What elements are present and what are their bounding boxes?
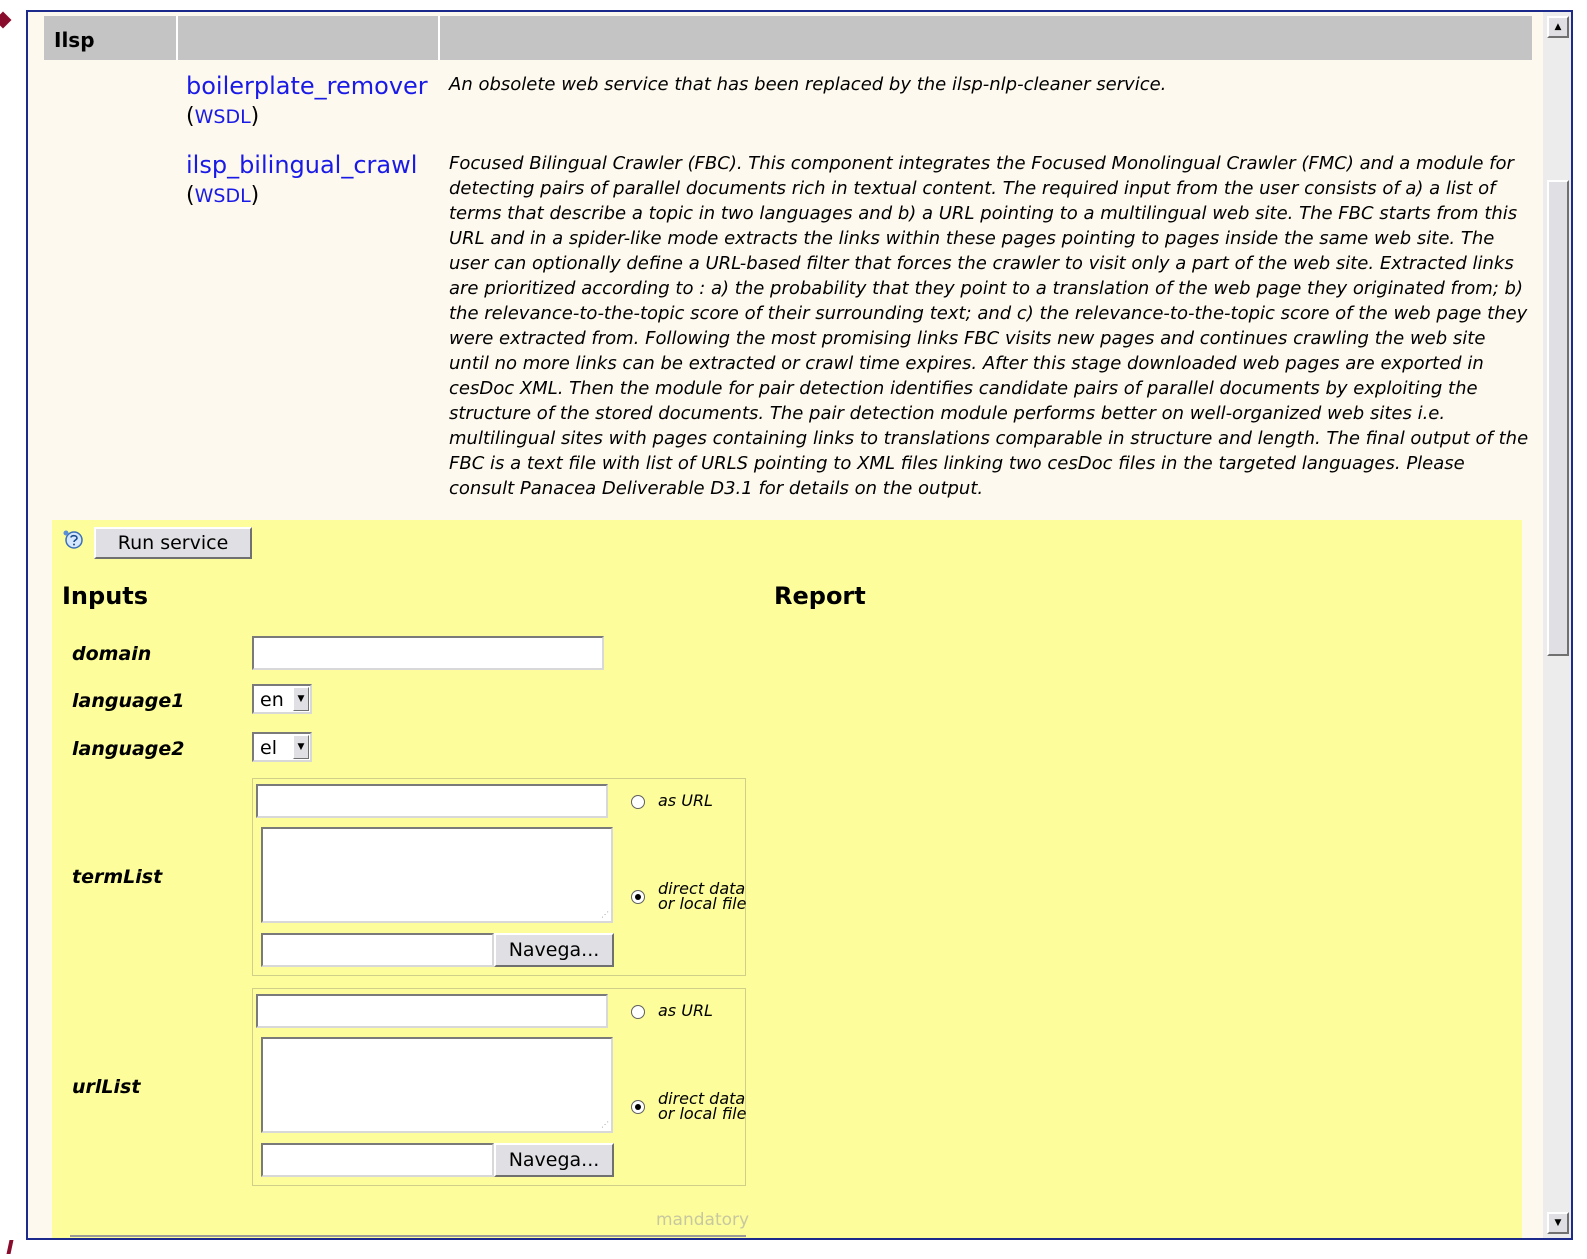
section-title: Ilsp [54, 28, 95, 52]
direct-data-line2: or local file [658, 894, 747, 913]
service-form: Run service Inputs Report domain languag… [52, 520, 1522, 1238]
mandatory-note: mandatory [656, 1210, 750, 1230]
service-name-ilsp-bilingual-crawl[interactable]: ilsp_bilingual_crawl [186, 151, 417, 179]
wsdl-line: (WSDL) [186, 183, 260, 208]
domain-label: domain [72, 643, 152, 665]
termlist-direct-data-label: direct data or local file [658, 881, 748, 913]
wsdl-link[interactable]: WSDL [195, 185, 251, 207]
direct-data-line2: or local file [658, 1104, 747, 1123]
urllist-browse-button[interactable]: Navega... [494, 1143, 614, 1177]
termlist-as-url-radio[interactable] [631, 795, 645, 809]
termlist-url-input[interactable] [256, 784, 608, 818]
termlist-file-input[interactable] [261, 933, 494, 967]
corner-decoration [0, 11, 12, 29]
run-service-button[interactable]: Run service [94, 527, 252, 559]
chevron-down-icon[interactable]: ▼ [293, 735, 309, 759]
urllist-label: urlList [72, 1076, 141, 1098]
urllist-url-input[interactable] [256, 994, 608, 1028]
report-heading: Report [774, 582, 866, 610]
urllist-as-url-label: as URL [658, 1001, 713, 1020]
termlist-direct-data-radio[interactable] [631, 890, 645, 904]
service-name-boilerplate-remover[interactable]: boilerplate_remover [186, 72, 428, 100]
urllist-direct-data-label: direct data or local file [658, 1091, 748, 1123]
termlist-label: termList [72, 866, 163, 888]
urllist-direct-data-radio[interactable] [631, 1100, 645, 1114]
termlist-as-url-label: as URL [658, 791, 713, 810]
language1-select[interactable]: en ▼ [252, 684, 312, 714]
divider [70, 1235, 746, 1237]
chevron-down-icon[interactable]: ▼ [293, 687, 309, 711]
inputs-heading: Inputs [62, 582, 149, 610]
urllist-as-url-radio[interactable] [631, 1005, 645, 1019]
header-cell-2 [178, 16, 440, 60]
language1-label: language1 [72, 690, 185, 712]
vertical-scrollbar[interactable]: ▲ ▼ [1543, 12, 1571, 1238]
termlist-group: as URL ⋰ direct data or local file Naveg… [252, 778, 746, 976]
scroll-down-icon[interactable]: ▼ [1547, 1212, 1569, 1234]
wsdl-line: (WSDL) [186, 104, 260, 129]
urllist-textarea[interactable]: ⋰ [261, 1037, 613, 1133]
service-description: Focused Bilingual Crawler (FBC). This co… [449, 153, 1529, 499]
resize-grip-icon[interactable]: ⋰ [601, 1121, 609, 1129]
termlist-browse-button[interactable]: Navega... [494, 933, 614, 967]
corner-decoration-bottom [6, 1240, 14, 1254]
urllist-file-input[interactable] [261, 1143, 494, 1177]
language2-select[interactable]: el ▼ [252, 732, 312, 762]
help-icon[interactable] [62, 529, 84, 551]
language1-value: en [260, 689, 284, 711]
language2-value: el [260, 737, 277, 759]
termlist-textarea[interactable]: ⋰ [261, 827, 613, 923]
urllist-group: as URL ⋰ direct data or local file Naveg… [252, 988, 746, 1186]
wsdl-link[interactable]: WSDL [195, 106, 251, 128]
scroll-up-icon[interactable]: ▲ [1547, 16, 1569, 38]
section-header-row: Ilsp [44, 16, 1532, 60]
service-description: An obsolete web service that has been re… [449, 74, 1167, 95]
domain-input[interactable] [252, 636, 604, 670]
language2-label: language2 [72, 738, 185, 760]
service-frame: Ilsp boilerplate_remover (WSDL) An obsol… [26, 10, 1573, 1240]
resize-grip-icon[interactable]: ⋰ [601, 911, 609, 919]
scrollbar-thumb[interactable] [1547, 180, 1569, 656]
